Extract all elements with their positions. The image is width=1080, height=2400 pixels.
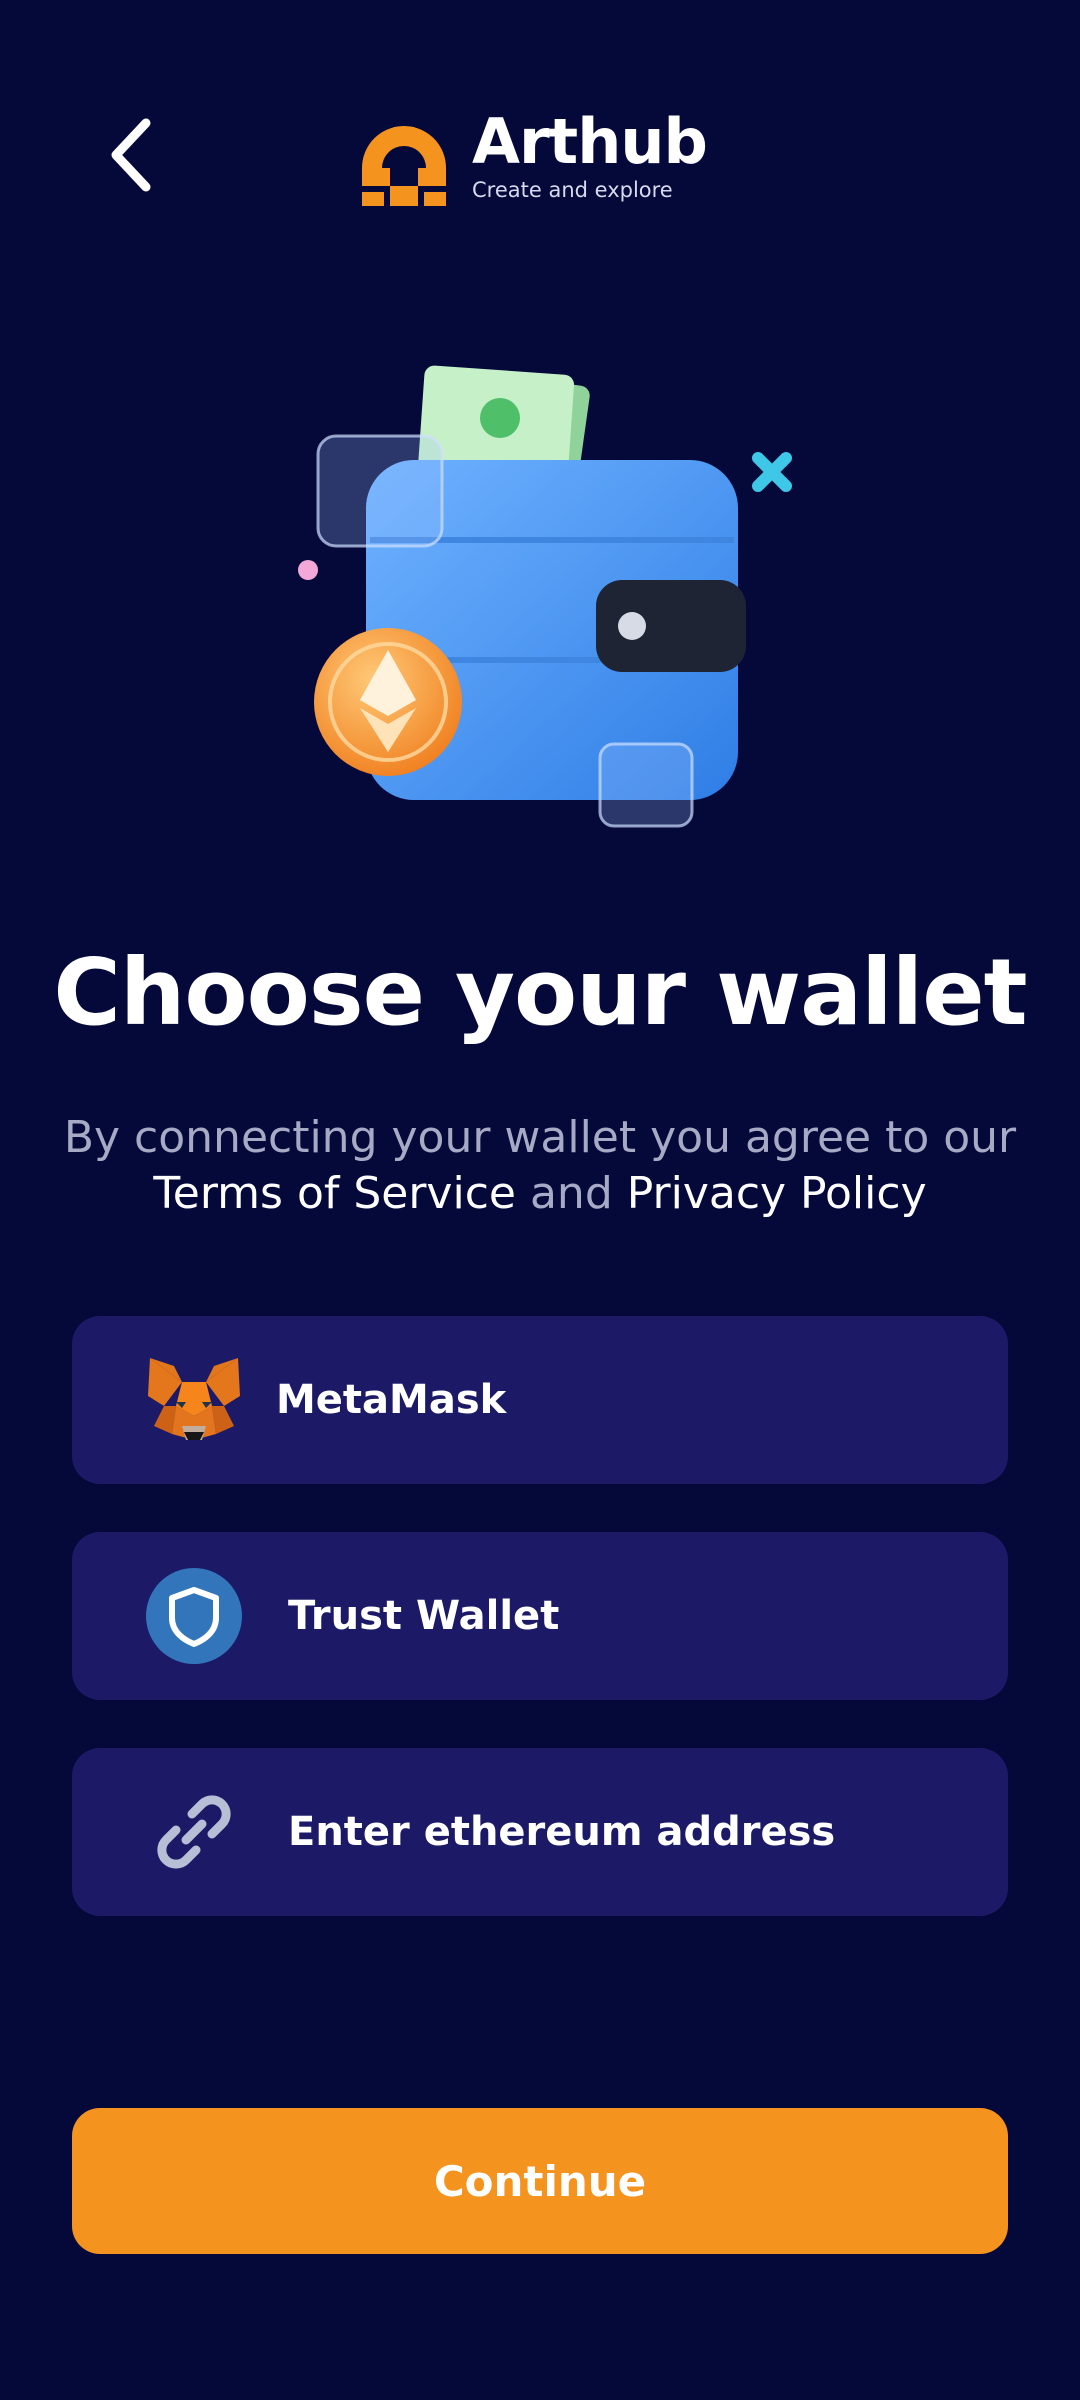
wallet-option-trust-wallet[interactable]: Trust Wallet: [72, 1532, 1008, 1700]
privacy-policy-link[interactable]: Privacy Policy: [627, 1168, 927, 1219]
wallet-option-metamask[interactable]: MetaMask: [72, 1316, 1008, 1484]
wallet-option-label: Enter ethereum address: [288, 1809, 836, 1855]
brand-tagline: Create and explore: [472, 178, 673, 202]
wallet-option-ethereum-address[interactable]: Enter ethereum address: [72, 1748, 1008, 1916]
metamask-fox-icon: [142, 1348, 246, 1452]
terms-notice-joiner: and: [529, 1168, 613, 1219]
wallet-option-label: MetaMask: [276, 1377, 507, 1423]
trust-wallet-shield-icon: [142, 1564, 246, 1668]
brand-header: Arthub Create and explore: [354, 105, 708, 206]
brand-text: Arthub Create and explore: [472, 105, 708, 203]
link-icon: [142, 1780, 246, 1884]
terms-of-service-link[interactable]: Terms of Service: [153, 1168, 516, 1219]
wallet-illustration: [298, 365, 792, 828]
brand-name: Arthub: [472, 105, 708, 178]
page-title: Choose your wallet: [53, 939, 1027, 1046]
terms-notice-prefix: By connecting your wallet you agree to o…: [63, 1112, 1017, 1163]
chevron-left-icon: [111, 118, 151, 192]
continue-button[interactable]: Continue: [72, 2108, 1008, 2254]
arthub-logo-icon: [362, 126, 446, 206]
back-button[interactable]: [90, 110, 170, 200]
terms-notice: By connecting your wallet you agree to o…: [60, 1110, 1020, 1222]
wallet-option-label: Trust Wallet: [288, 1593, 560, 1639]
